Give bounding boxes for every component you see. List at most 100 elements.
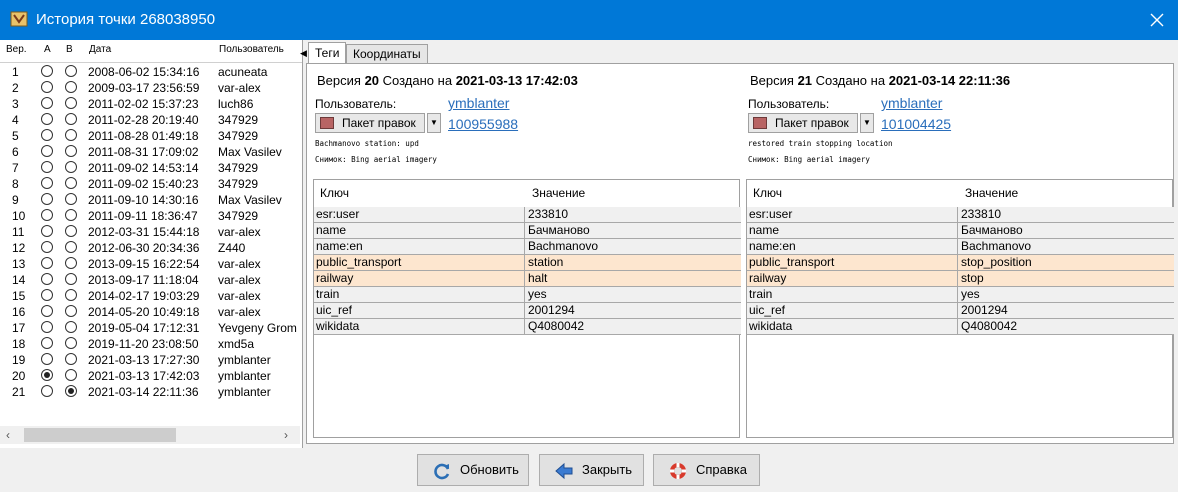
select-a-radio[interactable] (41, 177, 53, 189)
col-user-header[interactable]: Пользователь (219, 44, 284, 55)
col-b-header[interactable]: B (66, 44, 73, 55)
history-row[interactable]: 15 2014-02-17 19:03:29 var-alex (0, 288, 302, 304)
select-a-radio[interactable] (41, 305, 53, 317)
history-row[interactable]: 18 2019-11-20 23:08:50 xmd5a (0, 336, 302, 352)
tag-row[interactable]: wikidata Q4080042 (747, 319, 1174, 335)
select-a-radio[interactable] (41, 273, 53, 285)
tab-coordinates[interactable]: Координаты (346, 44, 428, 63)
col-version-header[interactable]: Вер. (6, 44, 27, 55)
select-a-radio[interactable] (41, 321, 53, 333)
value-column-header[interactable]: Значение (965, 180, 1019, 208)
col-a-header[interactable]: A (44, 44, 51, 55)
scrollbar-thumb[interactable] (24, 428, 176, 442)
history-row[interactable]: 4 2011-02-28 20:19:40 347929 (0, 112, 302, 128)
select-b-radio[interactable] (65, 209, 77, 221)
tag-row[interactable]: railway stop (747, 271, 1174, 287)
history-row[interactable]: 2 2009-03-17 23:56:59 var-alex (0, 80, 302, 96)
tag-row[interactable]: train yes (747, 287, 1174, 303)
select-a-radio[interactable] (41, 369, 53, 381)
close-button[interactable]: Закрыть (539, 454, 644, 486)
select-a-radio[interactable] (41, 113, 53, 125)
select-a-radio[interactable] (41, 97, 53, 109)
select-b-radio[interactable] (65, 113, 77, 125)
select-a-radio[interactable] (41, 209, 53, 221)
tag-row[interactable]: public_transport station (314, 255, 741, 271)
select-a-radio[interactable] (41, 129, 53, 141)
select-b-radio[interactable] (65, 257, 77, 269)
changeset-dropdown-button[interactable]: ▼ (427, 113, 441, 133)
changeset-link[interactable]: 100955988 (448, 116, 518, 132)
select-a-radio[interactable] (41, 385, 53, 397)
history-row[interactable]: 11 2012-03-31 15:44:18 var-alex (0, 224, 302, 240)
changeset-link[interactable]: 101004425 (881, 116, 951, 132)
tag-row[interactable]: public_transport stop_position (747, 255, 1174, 271)
select-a-radio[interactable] (41, 145, 53, 157)
select-a-radio[interactable] (41, 225, 53, 237)
select-a-radio[interactable] (41, 337, 53, 349)
select-b-radio[interactable] (65, 353, 77, 365)
select-a-radio[interactable] (41, 241, 53, 253)
select-b-radio[interactable] (65, 241, 77, 253)
scroll-left-icon[interactable]: ‹ (6, 428, 10, 442)
select-a-radio[interactable] (41, 193, 53, 205)
history-row[interactable]: 1 2008-06-02 15:34:16 acuneata (0, 64, 302, 80)
select-b-radio[interactable] (65, 145, 77, 157)
help-button[interactable]: Справка (653, 454, 760, 486)
select-a-radio[interactable] (41, 81, 53, 93)
select-b-radio[interactable] (65, 81, 77, 93)
refresh-button[interactable]: Обновить (417, 454, 529, 486)
select-b-radio[interactable] (65, 273, 77, 285)
history-row[interactable]: 6 2011-08-31 17:09:02 Max Vasilev (0, 144, 302, 160)
select-a-radio[interactable] (41, 353, 53, 365)
select-a-radio[interactable] (41, 257, 53, 269)
history-row[interactable]: 10 2011-09-11 18:36:47 347929 (0, 208, 302, 224)
select-a-radio[interactable] (41, 65, 53, 77)
history-row[interactable]: 12 2012-06-30 20:34:36 Z440 (0, 240, 302, 256)
history-row[interactable]: 7 2011-09-02 14:53:14 347929 (0, 160, 302, 176)
tag-row[interactable]: wikidata Q4080042 (314, 319, 741, 335)
select-b-radio[interactable] (65, 337, 77, 349)
select-a-radio[interactable] (41, 289, 53, 301)
tab-tags[interactable]: Теги (308, 42, 347, 64)
select-b-radio[interactable] (65, 289, 77, 301)
tag-row[interactable]: uic_ref 2001294 (747, 303, 1174, 319)
history-row[interactable]: 21 2021-03-14 22:11:36 ymblanter (0, 384, 302, 400)
select-b-radio[interactable] (65, 321, 77, 333)
tag-row[interactable]: railway halt (314, 271, 741, 287)
tag-row[interactable]: esr:user 233810 (314, 207, 741, 223)
select-a-radio[interactable] (41, 161, 53, 173)
scroll-right-icon[interactable]: › (284, 428, 288, 442)
changeset-button[interactable]: Пакет правок (748, 113, 858, 133)
history-row[interactable]: 16 2014-05-20 10:49:18 var-alex (0, 304, 302, 320)
tag-row[interactable]: uic_ref 2001294 (314, 303, 741, 319)
select-b-radio[interactable] (65, 65, 77, 77)
window-close-button[interactable] (1136, 0, 1178, 40)
tag-row[interactable]: name Бачманово (747, 223, 1174, 239)
key-column-header[interactable]: Ключ (753, 180, 782, 208)
select-b-radio[interactable] (65, 97, 77, 109)
select-b-radio[interactable] (65, 305, 77, 317)
history-row[interactable]: 5 2011-08-28 01:49:18 347929 (0, 128, 302, 144)
history-row[interactable]: 17 2019-05-04 17:12:31 Yevgeny Grom (0, 320, 302, 336)
key-column-header[interactable]: Ключ (320, 180, 349, 208)
value-column-header[interactable]: Значение (532, 180, 586, 208)
user-link[interactable]: ymblanter (448, 95, 509, 111)
tag-row[interactable]: name:en Bachmanovo (747, 239, 1174, 255)
col-date-header[interactable]: Дата (89, 44, 111, 55)
user-link[interactable]: ymblanter (881, 95, 942, 111)
history-horizontal-scrollbar[interactable]: ‹ › (0, 426, 300, 444)
select-b-radio[interactable] (65, 225, 77, 237)
history-row[interactable]: 8 2011-09-02 15:40:23 347929 (0, 176, 302, 192)
select-b-radio[interactable] (65, 177, 77, 189)
select-b-radio[interactable] (65, 161, 77, 173)
changeset-dropdown-button[interactable]: ▼ (860, 113, 874, 133)
select-b-radio[interactable] (65, 385, 77, 397)
changeset-button[interactable]: Пакет правок (315, 113, 425, 133)
history-row[interactable]: 13 2013-09-15 16:22:54 var-alex (0, 256, 302, 272)
tag-row[interactable]: train yes (314, 287, 741, 303)
history-row[interactable]: 19 2021-03-13 17:27:30 ymblanter (0, 352, 302, 368)
history-row[interactable]: 3 2011-02-02 15:37:23 luch86 (0, 96, 302, 112)
select-b-radio[interactable] (65, 193, 77, 205)
tag-row[interactable]: esr:user 233810 (747, 207, 1174, 223)
tag-row[interactable]: name Бачманово (314, 223, 741, 239)
